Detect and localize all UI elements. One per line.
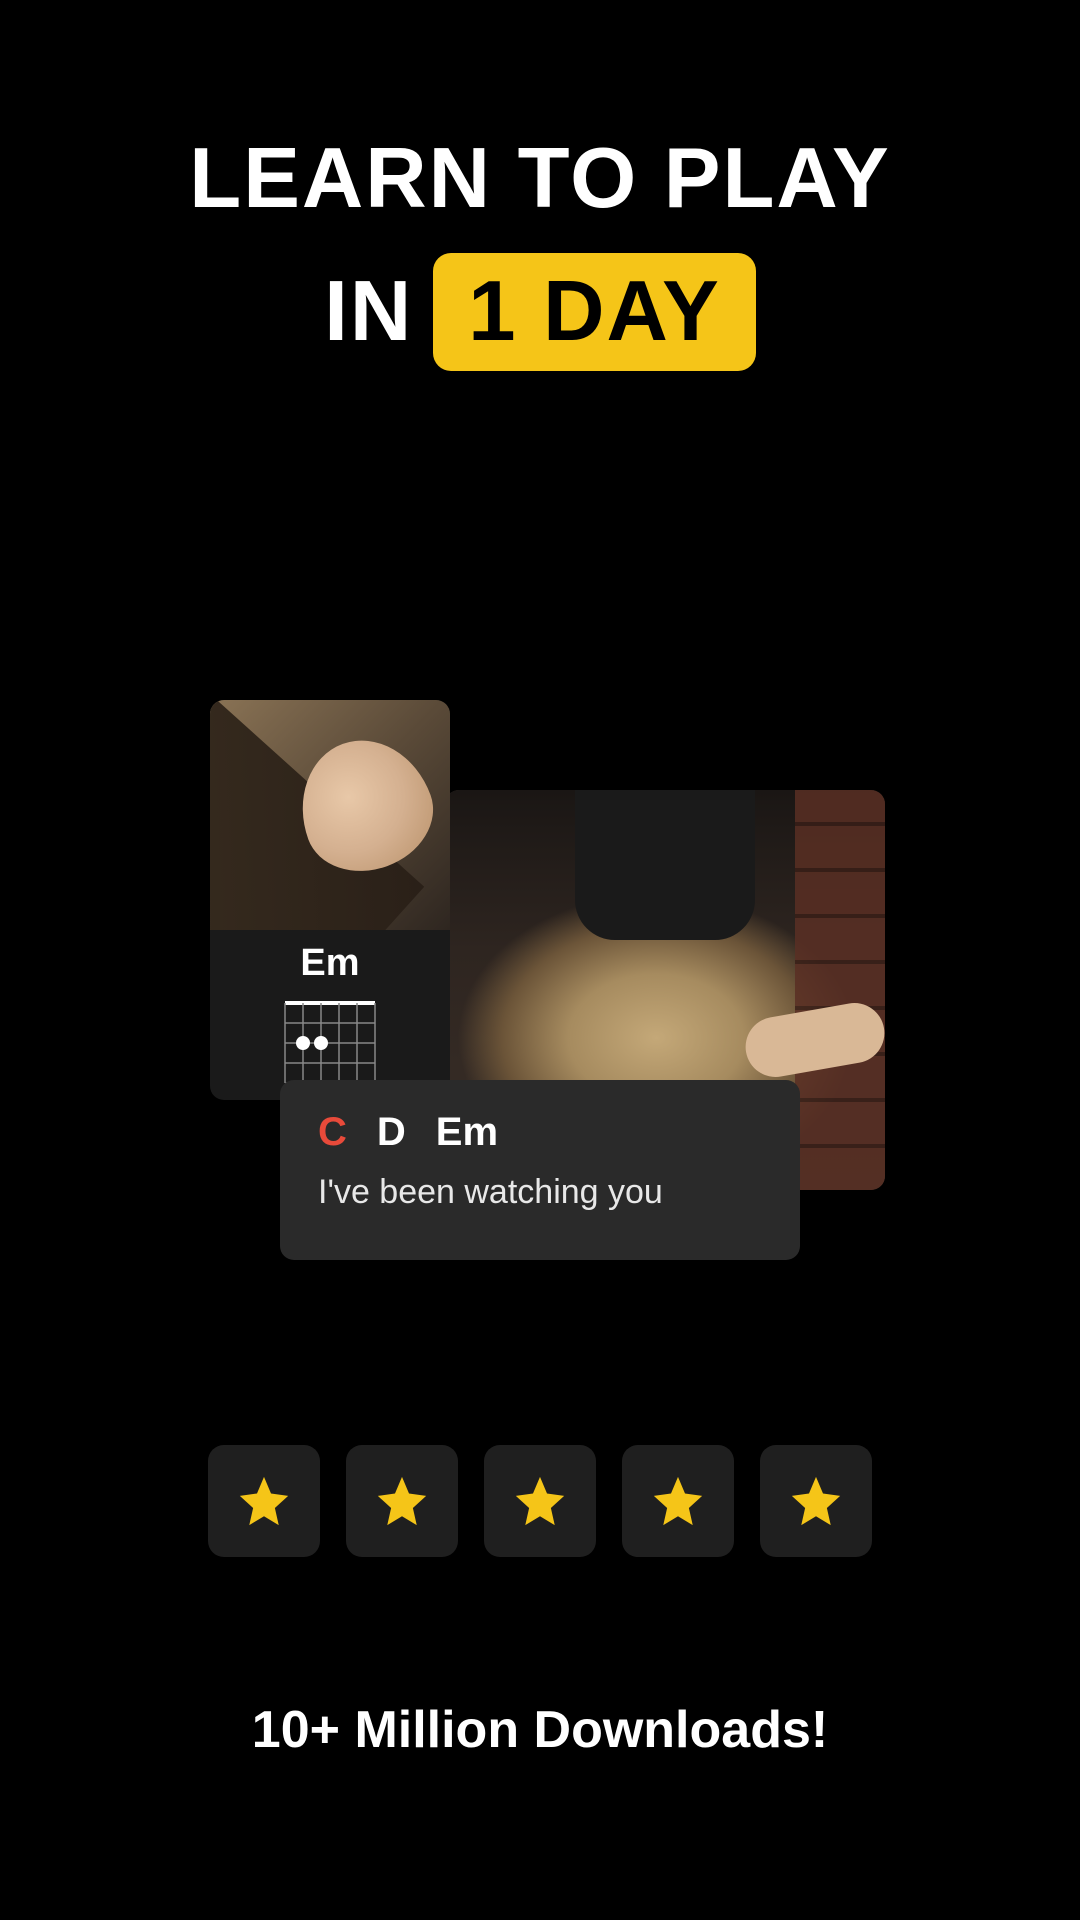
headline-in-text: IN [324,263,413,361]
chord-diagram [275,995,385,1085]
lyric-chord: Em [436,1110,498,1155]
lyric-chords-row: C D Em [318,1110,762,1155]
chord-label: Em [210,942,450,985]
star-icon [622,1445,734,1557]
media-collage: Em C D Em I've been [210,700,900,1260]
video-background-brick [795,790,885,1190]
headline-line1: LEARN TO PLAY [0,130,1080,228]
lyric-card: C D Em I've been watching you [280,1080,800,1260]
star-icon [208,1445,320,1557]
chord-card: Em [210,700,450,1100]
headline-badge: 1 DAY [433,253,756,371]
downloads-count: 10+ Million Downloads! [0,1700,1080,1760]
lyric-text: I've been watching you [318,1173,762,1212]
lyric-chord-active: C [318,1110,347,1155]
lyric-chord: D [377,1110,406,1155]
star-icon [484,1445,596,1557]
chord-hand-photo [210,700,450,930]
video-person-torso [575,790,755,940]
headline: LEARN TO PLAY IN 1 DAY [0,0,1080,371]
star-icon [346,1445,458,1557]
rating-stars [0,1445,1080,1557]
headline-line2: IN 1 DAY [0,253,1080,371]
star-icon [760,1445,872,1557]
